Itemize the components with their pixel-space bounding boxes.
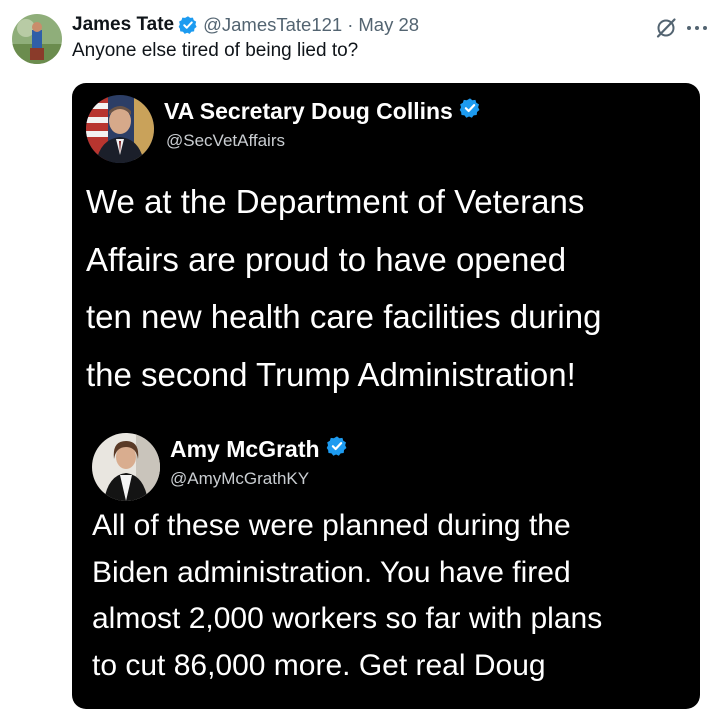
collins-line: Affairs are proud to have opened <box>86 240 567 278</box>
author-avatar[interactable] <box>12 14 62 64</box>
collins-avatar <box>86 95 154 163</box>
author-name[interactable]: James Tate <box>72 14 174 36</box>
verified-badge-icon <box>459 97 481 125</box>
tweet-date[interactable]: May 28 <box>358 14 419 36</box>
verified-badge-icon <box>326 435 348 463</box>
mcgrath-line: to cut 86,000 more. Get real Doug <box>92 648 546 682</box>
collins-post-text: We at the Department of Veterans Affairs… <box>86 173 601 403</box>
tweet-text: Anyone else tired of being lied to? <box>72 40 359 61</box>
collins-name: VA Secretary Doug Collins <box>164 97 481 125</box>
tweet-header: James Tate @JamesTate121 · May 28 <box>72 12 419 38</box>
collins-name-text: VA Secretary Doug Collins <box>164 97 453 124</box>
tweet-media-image[interactable]: VA Secretary Doug Collins @SecVetAffairs… <box>72 83 700 709</box>
collins-line: We at the Department of Veterans <box>86 183 585 220</box>
grok-icon[interactable] <box>654 16 678 40</box>
more-options-icon[interactable] <box>684 16 710 40</box>
mcgrath-line: All of these were planned during the <box>92 509 571 542</box>
mcgrath-name-text: Amy McGrath <box>170 435 320 462</box>
mcgrath-line: Biden administration. You have fired <box>92 555 571 589</box>
verified-badge-icon <box>178 15 198 35</box>
mcgrath-handle: @AmyMcGrathKY <box>170 469 310 488</box>
mcgrath-post-text: All of these were planned during the Bid… <box>92 503 602 689</box>
mcgrath-name: Amy McGrath <box>170 435 348 463</box>
collins-line: the second Trump Administration! <box>86 355 576 393</box>
mcgrath-line: almost 2,000 workers so far with plans <box>92 602 603 635</box>
separator-dot: · <box>347 14 354 35</box>
collins-line: ten new health care facilities during <box>86 298 602 335</box>
collins-handle: @SecVetAffairs <box>166 131 285 150</box>
author-handle[interactable]: @JamesTate121 <box>203 14 342 36</box>
mcgrath-avatar <box>92 433 160 501</box>
